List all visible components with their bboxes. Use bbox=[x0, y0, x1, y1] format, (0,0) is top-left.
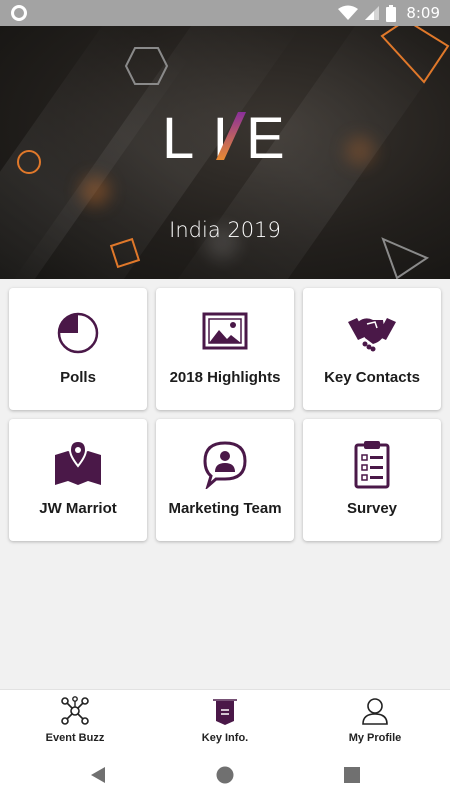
tile-label: Survey bbox=[346, 500, 398, 517]
clipboard-checklist-icon bbox=[354, 441, 390, 489]
status-bar: 8:09 bbox=[0, 0, 450, 26]
nav-label: Key Info. bbox=[201, 732, 249, 744]
back-icon[interactable] bbox=[88, 765, 108, 785]
chat-person-icon bbox=[203, 441, 247, 489]
nav-label: Event Buzz bbox=[45, 732, 105, 744]
tile-label: Key Contacts bbox=[324, 369, 420, 386]
tile-2018-highlights[interactable]: 2018 Highlights bbox=[156, 288, 294, 410]
image-gallery-icon bbox=[202, 312, 248, 350]
network-icon bbox=[61, 696, 89, 725]
map-pin-icon bbox=[55, 439, 101, 485]
tile-polls[interactable]: Polls bbox=[9, 288, 147, 410]
nav-label: My Profile bbox=[348, 732, 402, 744]
battery-icon bbox=[386, 4, 397, 22]
home-icon[interactable] bbox=[215, 765, 235, 785]
system-nav-bar bbox=[0, 755, 450, 800]
notification-dot-icon bbox=[11, 5, 27, 21]
status-icons: 8:09 bbox=[338, 3, 440, 23]
tile-jw-marriot[interactable]: JW Marriot bbox=[9, 419, 147, 541]
pie-chart-icon bbox=[57, 312, 99, 354]
info-banner-icon bbox=[213, 699, 237, 725]
clock: 8:09 bbox=[406, 4, 440, 22]
tile-marketing-team[interactable]: Marketing Team bbox=[156, 419, 294, 541]
user-icon bbox=[362, 698, 388, 725]
recent-apps-icon[interactable] bbox=[342, 765, 362, 785]
nav-my-profile[interactable]: My Profile bbox=[300, 690, 450, 756]
tile-label: Marketing Team bbox=[168, 500, 282, 517]
wifi-icon bbox=[338, 5, 359, 20]
nav-key-info[interactable]: Key Info. bbox=[150, 690, 300, 756]
svg-text:E: E bbox=[246, 110, 285, 171]
event-subtitle: India 2019 bbox=[169, 218, 281, 242]
tile-label: Polls bbox=[60, 369, 96, 386]
cell-signal-icon bbox=[365, 6, 380, 20]
hero-banner: L I E India 2019 bbox=[0, 26, 450, 279]
bottom-nav: Event Buzz Key Info. My Profile bbox=[0, 689, 450, 755]
handshake-icon bbox=[348, 318, 396, 352]
tile-survey[interactable]: Survey bbox=[303, 419, 441, 541]
nav-event-buzz[interactable]: Event Buzz bbox=[0, 690, 150, 756]
svg-text:L I: L I bbox=[162, 110, 230, 171]
tile-key-contacts[interactable]: Key Contacts bbox=[303, 288, 441, 410]
tile-label: JW Marriot bbox=[39, 500, 117, 517]
tile-label: 2018 Highlights bbox=[169, 369, 281, 386]
live-logo: L I E bbox=[160, 106, 290, 190]
